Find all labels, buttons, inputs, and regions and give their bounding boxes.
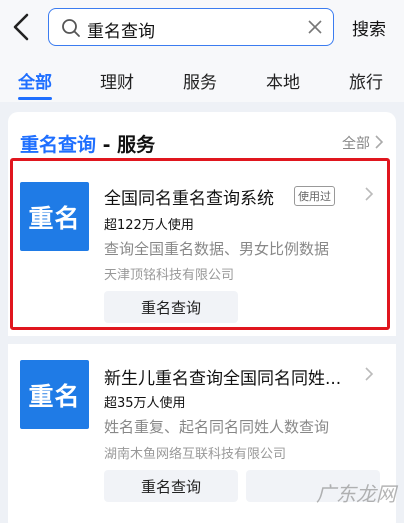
- search-input[interactable]: 重名查询: [87, 17, 155, 42]
- clear-icon[interactable]: [307, 19, 323, 35]
- query-button[interactable]: 重名查询: [104, 291, 238, 323]
- query-button[interactable]: 重名查询: [104, 470, 238, 502]
- divider: [8, 336, 396, 344]
- user-count: 超122万人使用: [104, 218, 194, 233]
- company-name: 天津顶铭科技有限公司: [104, 268, 235, 283]
- app-logo: 重名: [20, 360, 89, 429]
- search-icon: [62, 19, 80, 37]
- active-tab-indicator: [18, 97, 52, 100]
- used-badge: 使用过: [294, 186, 335, 206]
- chevron-right-icon[interactable]: [374, 134, 384, 150]
- user-count: 超35万人使用: [104, 396, 186, 411]
- chevron-right-icon[interactable]: [364, 366, 374, 382]
- company-name: 湖南木鱼网络互联科技有限公司: [104, 447, 287, 462]
- section-title: 重名查询 - 服务: [20, 130, 155, 157]
- watermark: 广东龙网: [316, 482, 396, 506]
- chevron-right-icon[interactable]: [364, 186, 374, 202]
- section-title-keyword: 重名查询: [20, 134, 97, 156]
- app-logo: 重名: [20, 182, 89, 251]
- result-description: 查询全国重名数据、男女比例数据: [104, 240, 330, 258]
- result-name[interactable]: 新生儿重名查询全国同名同姓...: [104, 364, 341, 389]
- section-title-category: - 服务: [96, 134, 156, 156]
- tab-all[interactable]: 全部: [18, 68, 52, 93]
- search-box[interactable]: 重名查询: [48, 8, 334, 46]
- search-button[interactable]: 搜索: [352, 15, 386, 40]
- service-section: 重名查询 - 服务 全部 重名 全国同名重名查询系统 使用过 超122万人使用 …: [8, 112, 396, 523]
- tab-service[interactable]: 服务: [183, 68, 217, 93]
- tab-local[interactable]: 本地: [266, 68, 300, 93]
- result-description: 姓名重复、起名同名同姓人数查询: [104, 418, 330, 436]
- result-name[interactable]: 全国同名重名查询系统: [104, 184, 274, 209]
- top-bar: 重名查询 搜索: [0, 0, 404, 56]
- category-tabs: 全部 理财 服务 本地 旅行: [0, 56, 404, 102]
- section-all-link[interactable]: 全部: [342, 133, 370, 153]
- back-arrow-icon[interactable]: [10, 12, 32, 42]
- result-item[interactable]: 重名 全国同名重名查询系统 使用过 超122万人使用 查询全国重名数据、男女比例…: [8, 158, 396, 330]
- tab-travel[interactable]: 旅行: [349, 68, 383, 93]
- tab-finance[interactable]: 理财: [100, 68, 134, 93]
